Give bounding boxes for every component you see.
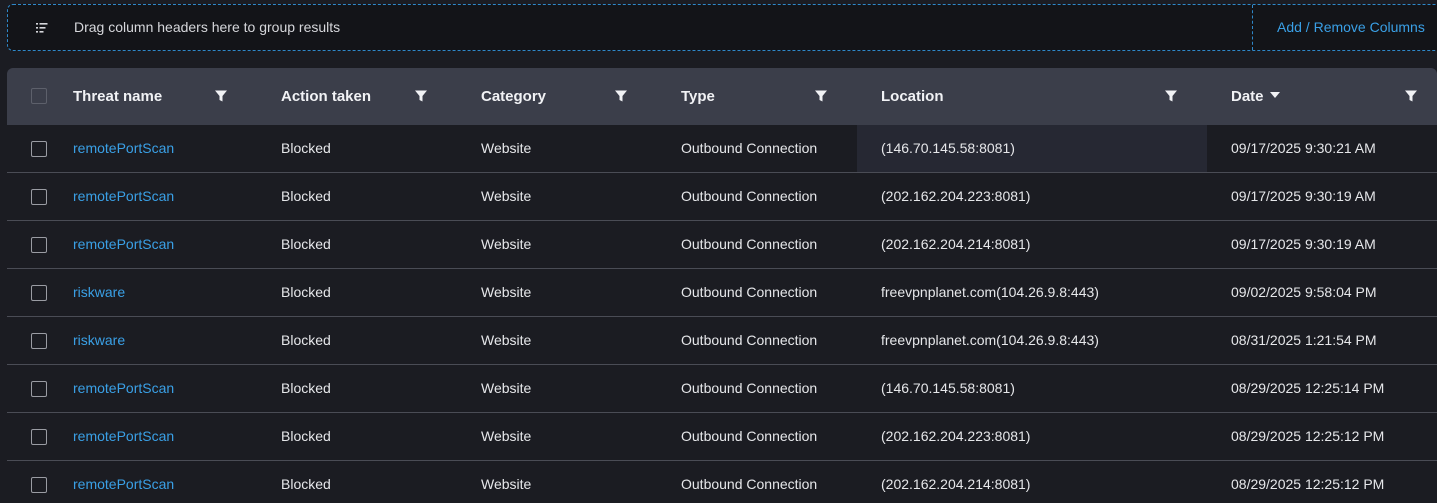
action-taken-cell: Blocked [281, 428, 331, 444]
location-cell: freevpnplanet.com(104.26.9.8:443) [881, 284, 1099, 300]
date-cell: 08/29/2025 12:25:12 PM [1231, 428, 1385, 444]
table-row[interactable]: remotePortScan Blocked Website Outbound … [7, 365, 1437, 413]
action-taken-cell: Blocked [281, 380, 331, 396]
location-cell: (146.70.145.58:8081) [881, 140, 1015, 156]
threat-name-link[interactable]: remotePortScan [73, 221, 174, 268]
filter-icon[interactable] [414, 89, 428, 103]
location-cell: (146.70.145.58:8081) [881, 380, 1015, 396]
type-cell: Outbound Connection [681, 428, 818, 444]
category-cell: Website [481, 332, 532, 348]
threat-name-link[interactable]: remotePortScan [73, 173, 174, 220]
date-cell: 09/17/2025 9:30:19 AM [1231, 188, 1376, 204]
column-header-location[interactable]: Location [881, 68, 944, 125]
group-bar-divider [1252, 5, 1253, 50]
filter-icon[interactable] [1404, 89, 1418, 103]
column-header-action-taken[interactable]: Action taken [281, 68, 371, 125]
filter-icon[interactable] [214, 89, 228, 103]
column-header-category[interactable]: Category [481, 68, 546, 125]
action-taken-cell: Blocked [281, 284, 331, 300]
date-cell: 08/31/2025 1:21:54 PM [1231, 332, 1377, 348]
grid-header: Threat name Action taken Category Type L… [7, 68, 1437, 125]
type-cell: Outbound Connection [681, 380, 818, 396]
category-cell: Website [481, 428, 532, 444]
row-checkbox[interactable] [31, 429, 47, 445]
action-taken-cell: Blocked [281, 188, 331, 204]
action-taken-cell: Blocked [281, 476, 331, 492]
column-header-date[interactable]: Date [1231, 68, 1280, 125]
column-header-type[interactable]: Type [681, 68, 715, 125]
action-taken-cell: Blocked [281, 140, 331, 156]
location-cell: (202.162.204.214:8081) [881, 476, 1031, 492]
row-checkbox[interactable] [31, 141, 47, 157]
threat-name-link[interactable]: remotePortScan [73, 413, 174, 460]
row-checkbox[interactable] [31, 237, 47, 253]
threat-name-link[interactable]: remotePortScan [73, 461, 174, 503]
category-cell: Website [481, 380, 532, 396]
location-cell: (202.162.204.214:8081) [881, 236, 1031, 252]
location-cell: freevpnplanet.com(104.26.9.8:443) [881, 332, 1099, 348]
date-cell: 09/17/2025 9:30:21 AM [1231, 140, 1376, 156]
threat-name-link[interactable]: remotePortScan [73, 365, 174, 412]
type-cell: Outbound Connection [681, 140, 818, 156]
action-taken-cell: Blocked [281, 236, 331, 252]
filter-icon[interactable] [614, 89, 628, 103]
threats-grid: Threat name Action taken Category Type L… [7, 68, 1437, 503]
type-cell: Outbound Connection [681, 476, 818, 492]
location-cell: (202.162.204.223:8081) [881, 188, 1031, 204]
filter-icon[interactable] [1164, 89, 1178, 103]
category-cell: Website [481, 188, 532, 204]
threat-name-link[interactable]: riskware [73, 269, 125, 316]
column-header-threat-name[interactable]: Threat name [73, 68, 162, 125]
row-checkbox[interactable] [31, 189, 47, 205]
date-cell: 08/29/2025 12:25:12 PM [1231, 476, 1385, 492]
category-cell: Website [481, 284, 532, 300]
threat-name-link[interactable]: riskware [73, 317, 125, 364]
table-row[interactable]: remotePortScan Blocked Website Outbound … [7, 413, 1437, 461]
date-cell: 08/29/2025 12:25:14 PM [1231, 380, 1385, 396]
category-cell: Website [481, 236, 532, 252]
row-checkbox[interactable] [31, 381, 47, 397]
sort-descending-icon[interactable] [1269, 92, 1280, 99]
type-cell: Outbound Connection [681, 284, 818, 300]
category-cell: Website [481, 476, 532, 492]
table-row[interactable]: remotePortScan Blocked Website Outbound … [7, 125, 1437, 173]
group-list-icon [36, 23, 48, 33]
table-row[interactable]: remotePortScan Blocked Website Outbound … [7, 173, 1437, 221]
action-taken-cell: Blocked [281, 332, 331, 348]
table-row[interactable]: remotePortScan Blocked Website Outbound … [7, 461, 1437, 503]
row-checkbox[interactable] [31, 285, 47, 301]
group-by-drop-zone[interactable]: Drag column headers here to group result… [7, 4, 1437, 51]
location-cell: (202.162.204.223:8081) [881, 428, 1031, 444]
add-remove-columns-link[interactable]: Add / Remove Columns [1277, 5, 1425, 50]
group-by-hint: Drag column headers here to group result… [74, 19, 341, 35]
type-cell: Outbound Connection [681, 236, 818, 252]
type-cell: Outbound Connection [681, 188, 818, 204]
category-cell: Website [481, 140, 532, 156]
row-checkbox[interactable] [31, 333, 47, 349]
threat-name-link[interactable]: remotePortScan [73, 125, 174, 172]
table-row[interactable]: riskware Blocked Website Outbound Connec… [7, 269, 1437, 317]
filter-icon[interactable] [814, 89, 828, 103]
table-row[interactable]: remotePortScan Blocked Website Outbound … [7, 221, 1437, 269]
table-row[interactable]: riskware Blocked Website Outbound Connec… [7, 317, 1437, 365]
date-cell: 09/17/2025 9:30:19 AM [1231, 236, 1376, 252]
type-cell: Outbound Connection [681, 332, 818, 348]
row-checkbox[interactable] [31, 477, 47, 493]
date-cell: 09/02/2025 9:58:04 PM [1231, 284, 1377, 300]
select-all-checkbox[interactable] [31, 88, 47, 104]
